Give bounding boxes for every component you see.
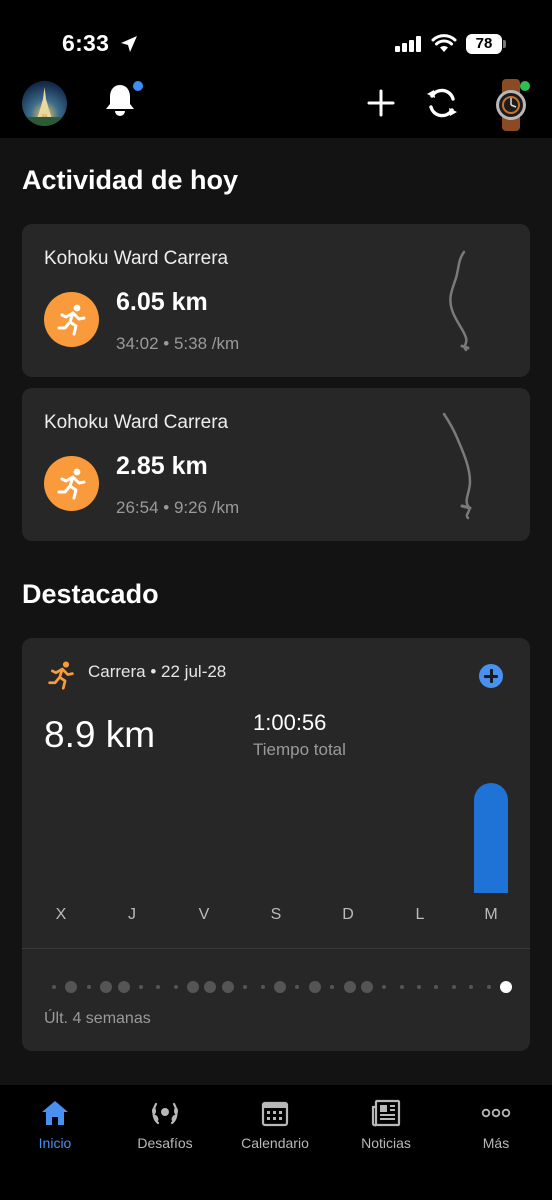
home-icon [42, 1101, 68, 1125]
timeline-dot [469, 985, 474, 989]
activity-title: Kohoku Ward Carrera [44, 248, 229, 269]
day-label: X [55, 906, 67, 923]
day-label: S [270, 906, 282, 923]
cellular-signal-icon [395, 36, 421, 52]
timeline-dot [100, 981, 113, 993]
timeline-dot [204, 981, 217, 993]
timeline-dot [221, 981, 234, 993]
activity-date: 22 jul-28 [161, 662, 227, 681]
sync-icon[interactable] [424, 86, 460, 120]
timeline-dot [486, 985, 491, 989]
weeks-label: Últ. 4 semanas [44, 1010, 151, 1027]
activity-card[interactable]: Kohoku Ward Carrera 6.05 km 34:02 • 5:38… [22, 224, 530, 377]
timeline-dot [451, 985, 456, 989]
timeline-dot [500, 981, 512, 993]
wifi-icon [431, 34, 457, 52]
timeline-dot [399, 985, 404, 989]
day-label: V [198, 906, 210, 923]
tab-bar: Inicio Desafíos Calendario Noticias Más [0, 1085, 552, 1200]
watch-connected-dot [520, 81, 530, 91]
day-label: M [484, 906, 498, 923]
activity-duration: 26:54 [116, 498, 159, 517]
activity-stats: 26:54 • 9:26 /km [116, 498, 239, 518]
more-icon [481, 1108, 511, 1118]
timeline-dot [156, 985, 161, 989]
timeline-dot [360, 981, 373, 993]
route-map [449, 250, 470, 352]
highlight-header: Carrera • 22 jul-28 [88, 662, 226, 682]
bell-icon[interactable] [103, 82, 137, 118]
timeline-dot [382, 985, 387, 989]
tab-calendario[interactable]: Calendario [220, 1085, 330, 1165]
timeline-dot [434, 985, 439, 989]
timeline-dot [173, 985, 178, 989]
tab-label: Noticias [361, 1135, 411, 1151]
timeline-dot [308, 981, 321, 993]
tab-mas[interactable]: Más [441, 1085, 551, 1165]
location-arrow-icon [121, 36, 137, 52]
avatar[interactable] [22, 81, 67, 126]
timeline-dot [52, 985, 56, 989]
tab-label: Inicio [38, 1135, 72, 1151]
calendar-icon [261, 1101, 289, 1127]
notification-badge [133, 81, 143, 91]
newspaper-icon [371, 1099, 401, 1127]
tab-label: Más [482, 1135, 510, 1151]
running-icon [48, 661, 74, 690]
highlight-section-title: Destacado [22, 579, 159, 609]
activity-type: Carrera [88, 662, 146, 681]
activity-distance: 6.05 km [116, 288, 208, 316]
status-time: 6:33 [62, 30, 110, 56]
tab-label: Calendario [241, 1135, 309, 1151]
day-label: D [342, 906, 354, 923]
day-label: J [128, 906, 136, 923]
separator-dot: • [163, 334, 174, 353]
timeline-dot [417, 985, 422, 989]
timeline-dot [260, 985, 265, 989]
divider [22, 948, 530, 949]
timeline-dot [295, 985, 300, 989]
add-circle-icon[interactable] [479, 664, 503, 688]
route-map [442, 412, 472, 520]
day-label: L [415, 906, 425, 923]
activity-distance: 2.85 km [116, 452, 208, 480]
timeline-dot [65, 981, 78, 993]
timeline-dot [117, 981, 130, 993]
activity-card[interactable]: Kohoku Ward Carrera 2.85 km 26:54 • 9:26… [22, 388, 530, 541]
highlight-distance: 8.9 km [44, 714, 156, 755]
timeline-dot [274, 981, 286, 993]
laurel-icon [152, 1102, 178, 1125]
status-bar: 6:33 78 [0, 0, 552, 72]
total-time-label: Tiempo total [253, 740, 346, 759]
tab-noticias[interactable]: Noticias [331, 1085, 441, 1165]
battery-level: 78 [466, 34, 502, 54]
timeline-dot [187, 981, 200, 993]
running-activity-icon [44, 456, 99, 511]
activity-stats: 34:02 • 5:38 /km [116, 334, 239, 354]
timeline-dot [343, 981, 356, 993]
timeline-dot [330, 985, 335, 989]
tab-desafios[interactable]: Desafíos [110, 1085, 220, 1165]
activity-duration: 34:02 [116, 334, 159, 353]
timeline-dot [138, 985, 143, 989]
timeline-dot [243, 985, 248, 989]
timeline-dot [86, 985, 91, 989]
activity-pace: 5:38 /km [173, 334, 240, 353]
activity-title: Kohoku Ward Carrera [44, 412, 229, 433]
weeks-dot-timeline [46, 980, 514, 994]
chart-bar [474, 783, 508, 893]
highlight-card[interactable]: Carrera • 22 jul-28 8.9 km 1:00:56 Tiemp… [22, 638, 530, 1051]
tab-label: Desafíos [137, 1135, 193, 1151]
separator-dot: • [163, 498, 174, 517]
battery-tip [503, 40, 506, 48]
total-time-value: 1:00:56 [253, 710, 327, 735]
tab-inicio[interactable]: Inicio [0, 1085, 110, 1165]
running-activity-icon [44, 292, 99, 347]
separator-dot: • [150, 662, 162, 681]
add-icon[interactable] [367, 89, 395, 117]
activity-pace: 9:26 /km [173, 498, 240, 517]
today-section-title: Actividad de hoy [22, 165, 239, 195]
top-bar [0, 72, 552, 138]
